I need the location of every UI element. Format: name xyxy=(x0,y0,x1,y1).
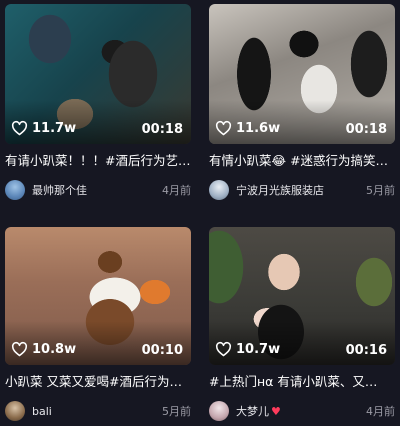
heart-outline-icon xyxy=(215,341,232,357)
author-name[interactable]: 最帅那个佳 xyxy=(32,182,156,198)
author-name[interactable]: 宁波月光族服装店 xyxy=(236,182,360,198)
like-count: 11.6w xyxy=(215,120,280,137)
video-title[interactable]: 小趴菜 又菜又爱喝#酒后行为… xyxy=(5,374,191,390)
video-thumbnail[interactable]: 10.7w 00:16 xyxy=(209,227,395,365)
video-card[interactable]: 10.7w 00:16 #上热门нα 有请小趴菜、又… 大梦儿 ♥ 4月前 xyxy=(209,227,395,422)
video-title[interactable]: 有请小趴菜！！！#酒后行为艺… xyxy=(5,153,191,169)
video-duration: 00:18 xyxy=(345,122,387,137)
video-meta: 最帅那个佳 4月前 xyxy=(5,179,191,201)
like-count-text: 11.7w xyxy=(32,121,77,136)
video-title[interactable]: #上热门нα 有请小趴菜、又… xyxy=(209,374,395,390)
avatar[interactable] xyxy=(209,180,229,200)
heart-outline-icon xyxy=(11,341,28,357)
video-thumbnail[interactable]: 10.8w 00:10 xyxy=(5,227,191,365)
video-grid: 11.7w 00:18 有请小趴菜！！！#酒后行为艺… 最帅那个佳 4月前 11… xyxy=(0,0,400,426)
video-card[interactable]: 11.6w 00:18 有情小趴菜😂 #迷惑行为搞笑… 宁波月光族服装店 5月前 xyxy=(209,4,395,201)
like-count-text: 11.6w xyxy=(236,121,281,136)
avatar[interactable] xyxy=(5,180,25,200)
video-thumbnail[interactable]: 11.6w 00:18 xyxy=(209,4,395,144)
like-count: 10.8w xyxy=(11,341,76,358)
post-time: 4月前 xyxy=(162,184,191,197)
post-time: 5月前 xyxy=(366,184,395,197)
avatar[interactable] xyxy=(209,401,229,421)
author-name[interactable]: 大梦儿 ♥ xyxy=(236,403,360,419)
video-duration: 00:16 xyxy=(345,343,387,358)
like-count-text: 10.7w xyxy=(236,342,281,357)
like-count: 10.7w xyxy=(215,341,280,358)
video-thumbnail[interactable]: 11.7w 00:18 xyxy=(5,4,191,144)
video-duration: 00:18 xyxy=(141,122,183,137)
heart-icon: ♥ xyxy=(271,405,281,418)
video-meta: 大梦儿 ♥ 4月前 xyxy=(209,400,395,422)
author-name-text: 大梦儿 xyxy=(236,405,269,418)
heart-outline-icon xyxy=(11,120,28,136)
video-meta: 宁波月光族服装店 5月前 xyxy=(209,179,395,201)
like-count-text: 10.8w xyxy=(32,342,77,357)
like-count: 11.7w xyxy=(11,120,76,137)
avatar[interactable] xyxy=(5,401,25,421)
post-time: 4月前 xyxy=(366,405,395,418)
post-time: 5月前 xyxy=(162,405,191,418)
video-card[interactable]: 11.7w 00:18 有请小趴菜！！！#酒后行为艺… 最帅那个佳 4月前 xyxy=(5,4,191,201)
heart-outline-icon xyxy=(215,120,232,136)
video-card[interactable]: 10.8w 00:10 小趴菜 又菜又爱喝#酒后行为… bali 5月前 xyxy=(5,227,191,422)
video-meta: bali 5月前 xyxy=(5,400,191,422)
author-name[interactable]: bali xyxy=(32,405,156,418)
video-duration: 00:10 xyxy=(141,343,183,358)
video-title[interactable]: 有情小趴菜😂 #迷惑行为搞笑… xyxy=(209,153,395,169)
